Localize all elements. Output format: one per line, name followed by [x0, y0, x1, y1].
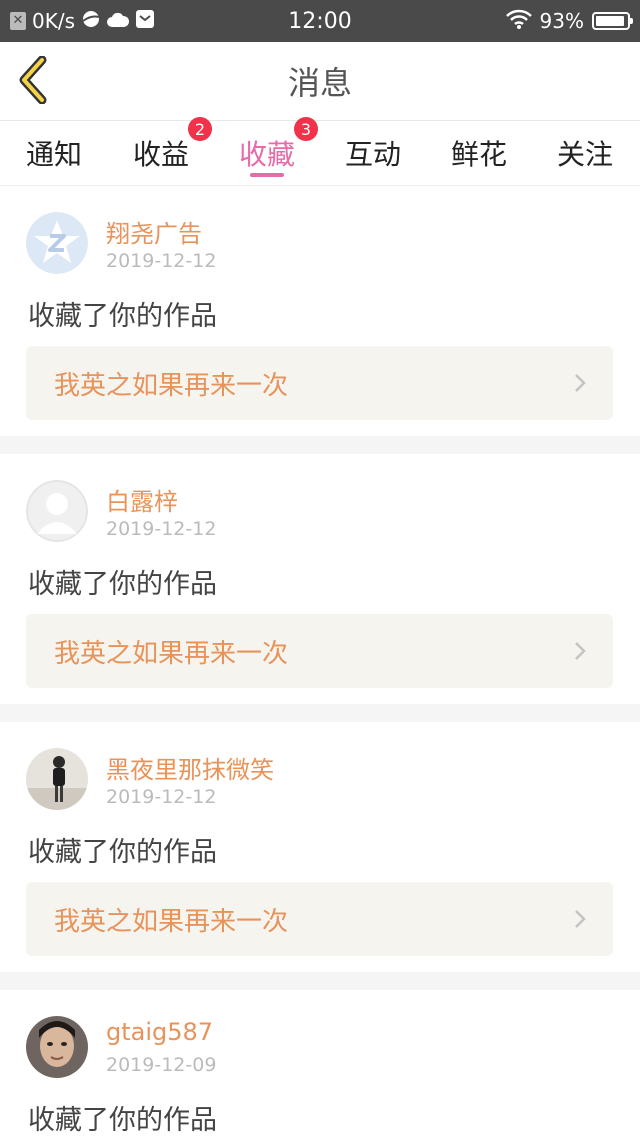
work-title: 我英之如果再来一次	[54, 638, 289, 669]
avatar[interactable]	[26, 212, 88, 274]
status-right: 93%	[505, 0, 633, 42]
username[interactable]: 翔尧广告	[106, 214, 202, 249]
message-text: 收藏了你的作品	[28, 569, 217, 600]
message-text: 收藏了你的作品	[28, 301, 217, 332]
message-text: 收藏了你的作品	[28, 1105, 217, 1136]
tab-bar: 通知 收益 2 收藏 3 互动 鲜花 关注	[0, 117, 640, 186]
message-card: 白露梓 2019-12-12 收藏了你的作品 我英之如果再来一次	[0, 454, 640, 704]
person-photo-avatar	[26, 748, 88, 810]
chevron-right-icon	[575, 374, 586, 392]
message-date: 2019-12-12	[106, 250, 217, 272]
tab-label: 通知	[25, 138, 82, 171]
earnings-badge: 2	[188, 117, 212, 141]
active-tab-indicator	[250, 173, 284, 177]
tab-label: 互动	[344, 138, 401, 171]
status-bar: ✕ 0K/s 12:00 93%	[0, 0, 640, 42]
default-z-avatar-icon	[26, 212, 88, 274]
chevron-right-icon	[575, 910, 586, 928]
message-card: 翔尧广告 2019-12-12 收藏了你的作品 我英之如果再来一次	[0, 186, 640, 436]
page-title: 消息	[287, 64, 352, 102]
avatar[interactable]	[26, 748, 88, 810]
username[interactable]: 黑夜里那抹微笑	[106, 750, 274, 785]
battery-icon	[592, 12, 633, 30]
message-date: 2019-12-12	[106, 518, 217, 540]
work-link[interactable]: 我英之如果再来一次	[26, 614, 613, 688]
tab-label: 关注	[556, 138, 613, 171]
work-link[interactable]: 我英之如果再来一次	[26, 882, 613, 956]
nav-header: 消息	[0, 42, 640, 121]
message-date: 2019-12-12	[106, 786, 217, 808]
face-photo-avatar	[26, 1016, 88, 1078]
work-title: 我英之如果再来一次	[54, 370, 289, 401]
tab-following[interactable]: 关注	[532, 121, 638, 185]
message-text: 收藏了你的作品	[28, 837, 217, 868]
tab-notifications[interactable]: 通知	[1, 121, 107, 185]
tab-earnings[interactable]: 收益 2	[108, 117, 214, 185]
favorites-badge: 3	[294, 117, 318, 141]
message-card: 黑夜里那抹微笑 2019-12-12 收藏了你的作品 我英之如果再来一次	[0, 722, 640, 972]
wifi-icon	[505, 9, 532, 34]
battery-fill	[596, 16, 624, 26]
username[interactable]: gtaig587	[106, 1018, 213, 1046]
message-date: 2019-12-09	[106, 1054, 217, 1076]
avatar[interactable]	[26, 480, 88, 542]
work-title: 我英之如果再来一次	[54, 906, 289, 937]
tab-flowers[interactable]: 鲜花	[426, 121, 532, 185]
chevron-right-icon	[575, 642, 586, 660]
username[interactable]: 白露梓	[106, 482, 178, 517]
tab-label: 鲜花	[450, 138, 507, 171]
tab-interactions[interactable]: 互动	[320, 121, 426, 185]
tab-favorites[interactable]: 收藏 3	[214, 117, 320, 185]
tab-label: 收藏	[238, 138, 295, 171]
avatar[interactable]	[26, 1016, 88, 1078]
message-card: gtaig587 2019-12-09 收藏了你的作品	[0, 990, 640, 1138]
work-link[interactable]: 我英之如果再来一次	[26, 346, 613, 420]
default-person-avatar-icon	[26, 480, 88, 542]
tab-label: 收益	[132, 138, 189, 171]
battery-percent: 93%	[539, 9, 584, 33]
